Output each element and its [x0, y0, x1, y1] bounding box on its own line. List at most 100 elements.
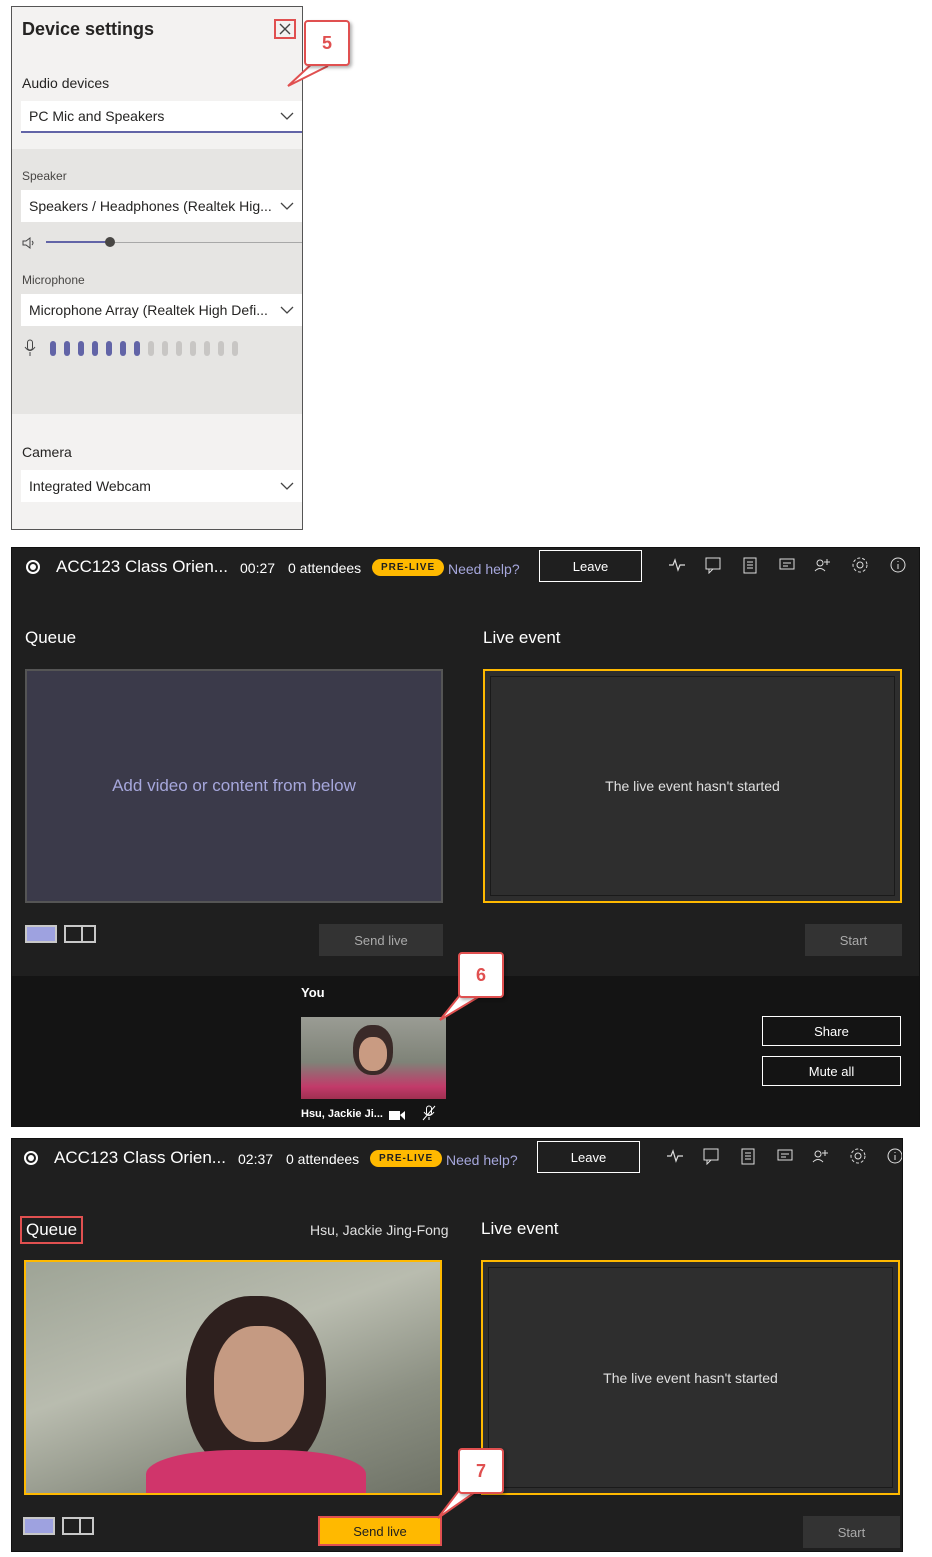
need-help-link[interactable]: Need help?	[448, 561, 520, 577]
notes-icon[interactable]	[739, 554, 761, 576]
event-title: ACC123 Class Orien...	[56, 557, 228, 576]
health-icon[interactable]	[666, 554, 688, 576]
event-timer: 00:27	[240, 560, 276, 576]
producer-screen-1: ACC123 Class Orien... 00:27 0 attendees …	[11, 547, 920, 1127]
attendee-count: 0 attendees	[286, 1151, 360, 1167]
attendee-count: 0 attendees	[288, 560, 362, 576]
chevron-down-icon	[272, 470, 302, 502]
add-people-icon[interactable]	[810, 1145, 832, 1167]
mic-level-bar	[78, 341, 84, 356]
speaker-label: Speaker	[22, 169, 67, 183]
gear-icon[interactable]	[849, 554, 871, 576]
camera-dropdown[interactable]: Integrated Webcam	[21, 470, 302, 502]
close-icon	[279, 23, 291, 35]
audio-devices-label: Audio devices	[22, 75, 110, 91]
speaker-dropdown[interactable]: Speakers / Headphones (Realtek Hig...	[21, 190, 302, 222]
mic-level-bar	[218, 341, 224, 356]
live-event-status: The live event hasn't started	[605, 778, 780, 794]
mic-level-bar	[134, 341, 140, 356]
participant-name: Hsu, Jackie Ji...	[301, 1108, 383, 1120]
speaker-volume-icon	[21, 236, 37, 255]
start-button[interactable]: Start	[805, 924, 902, 956]
queue-placeholder: Add video or content from below	[112, 776, 356, 795]
live-event-pane: The live event hasn't started	[483, 669, 902, 903]
participant-video-thumbnail[interactable]	[301, 1017, 446, 1099]
camera-value: Integrated Webcam	[29, 478, 151, 494]
queue-title: Queue	[25, 628, 77, 647]
start-button[interactable]: Start	[803, 1516, 900, 1548]
mic-level-bar	[204, 341, 210, 356]
mic-level-bar	[232, 341, 238, 356]
single-layout-icon[interactable]	[25, 925, 57, 943]
add-people-icon[interactable]	[812, 554, 834, 576]
camera-label: Camera	[22, 444, 72, 460]
microphone-value: Microphone Array (Realtek High Defi...	[29, 302, 268, 318]
notes-icon[interactable]	[737, 1145, 759, 1167]
chevron-down-icon	[272, 190, 302, 222]
volume-slider-fill	[46, 241, 110, 243]
queue-pane[interactable]: Add video or content from below	[25, 669, 443, 903]
microphone-icon	[24, 339, 36, 362]
send-live-button[interactable]: Send live	[318, 1516, 442, 1546]
event-title: ACC123 Class Orien...	[54, 1148, 226, 1167]
audio-devices-value: PC Mic and Speakers	[29, 108, 165, 124]
audio-devices-dropdown[interactable]: PC Mic and Speakers	[21, 101, 302, 133]
device-settings-panel: Device settings Audio devices PC Mic and…	[11, 6, 303, 530]
split-layout-icon[interactable]	[64, 925, 96, 943]
device-settings-title: Device settings	[22, 19, 155, 39]
microphone-label: Microphone	[22, 273, 85, 287]
single-layout-icon[interactable]	[23, 1517, 55, 1535]
qna-icon[interactable]	[700, 1145, 722, 1167]
microphone-dropdown[interactable]: Microphone Array (Realtek High Defi...	[21, 294, 302, 326]
leave-button[interactable]: Leave	[539, 550, 642, 582]
share-button[interactable]: Share	[762, 1016, 901, 1046]
live-event-pane: The live event hasn't started	[481, 1260, 900, 1495]
mute-all-button[interactable]: Mute all	[762, 1056, 901, 1086]
event-timer: 02:37	[238, 1151, 274, 1167]
close-button[interactable]	[274, 19, 296, 39]
mic-level-bar	[120, 341, 126, 356]
participant-face	[359, 1037, 387, 1071]
volume-slider-knob[interactable]	[105, 237, 115, 247]
info-icon[interactable]	[884, 1145, 902, 1167]
split-layout-icon[interactable]	[62, 1517, 94, 1535]
chevron-down-icon	[272, 100, 302, 132]
qna-icon[interactable]	[702, 554, 724, 576]
mic-level-bar	[190, 341, 196, 356]
queue-person-shirt	[146, 1450, 366, 1493]
queue-title: Queue	[20, 1216, 84, 1244]
queue-person-name: Hsu, Jackie Jing-Fong	[310, 1222, 449, 1238]
prelive-badge: PRE-LIVE	[370, 1150, 443, 1167]
mic-level-bar	[50, 341, 56, 356]
mic-level-bar	[162, 341, 168, 356]
mic-level-bar	[106, 341, 112, 356]
prelive-badge: PRE-LIVE	[372, 559, 445, 576]
chat-icon[interactable]	[774, 1145, 796, 1167]
speaker-value: Speakers / Headphones (Realtek Hig...	[29, 198, 272, 214]
gear-icon[interactable]	[847, 1145, 869, 1167]
live-event-title: Live event	[483, 628, 561, 647]
send-live-button[interactable]: Send live	[319, 924, 443, 956]
live-event-title: Live event	[481, 1219, 559, 1238]
mic-muted-icon	[422, 1105, 436, 1126]
callout-7: 7	[458, 1448, 504, 1494]
callout-5: 5	[304, 20, 350, 66]
queue-video-pane[interactable]	[24, 1260, 442, 1495]
chat-icon[interactable]	[776, 554, 798, 576]
callout-6: 6	[458, 952, 504, 998]
leave-button[interactable]: Leave	[537, 1141, 640, 1173]
health-icon[interactable]	[664, 1145, 686, 1167]
mic-level-bar	[176, 341, 182, 356]
need-help-link[interactable]: Need help?	[446, 1152, 518, 1168]
queue-person-face	[214, 1326, 304, 1442]
video-camera-icon	[389, 1108, 405, 1126]
mic-level-bar	[92, 341, 98, 356]
live-event-status: The live event hasn't started	[603, 1369, 778, 1386]
you-label: You	[301, 985, 325, 1000]
mic-level-bar	[148, 341, 154, 356]
info-icon[interactable]	[887, 554, 909, 576]
record-icon	[26, 560, 40, 574]
record-icon	[24, 1151, 38, 1165]
chevron-down-icon	[272, 294, 302, 326]
mic-level-bar	[64, 341, 70, 356]
